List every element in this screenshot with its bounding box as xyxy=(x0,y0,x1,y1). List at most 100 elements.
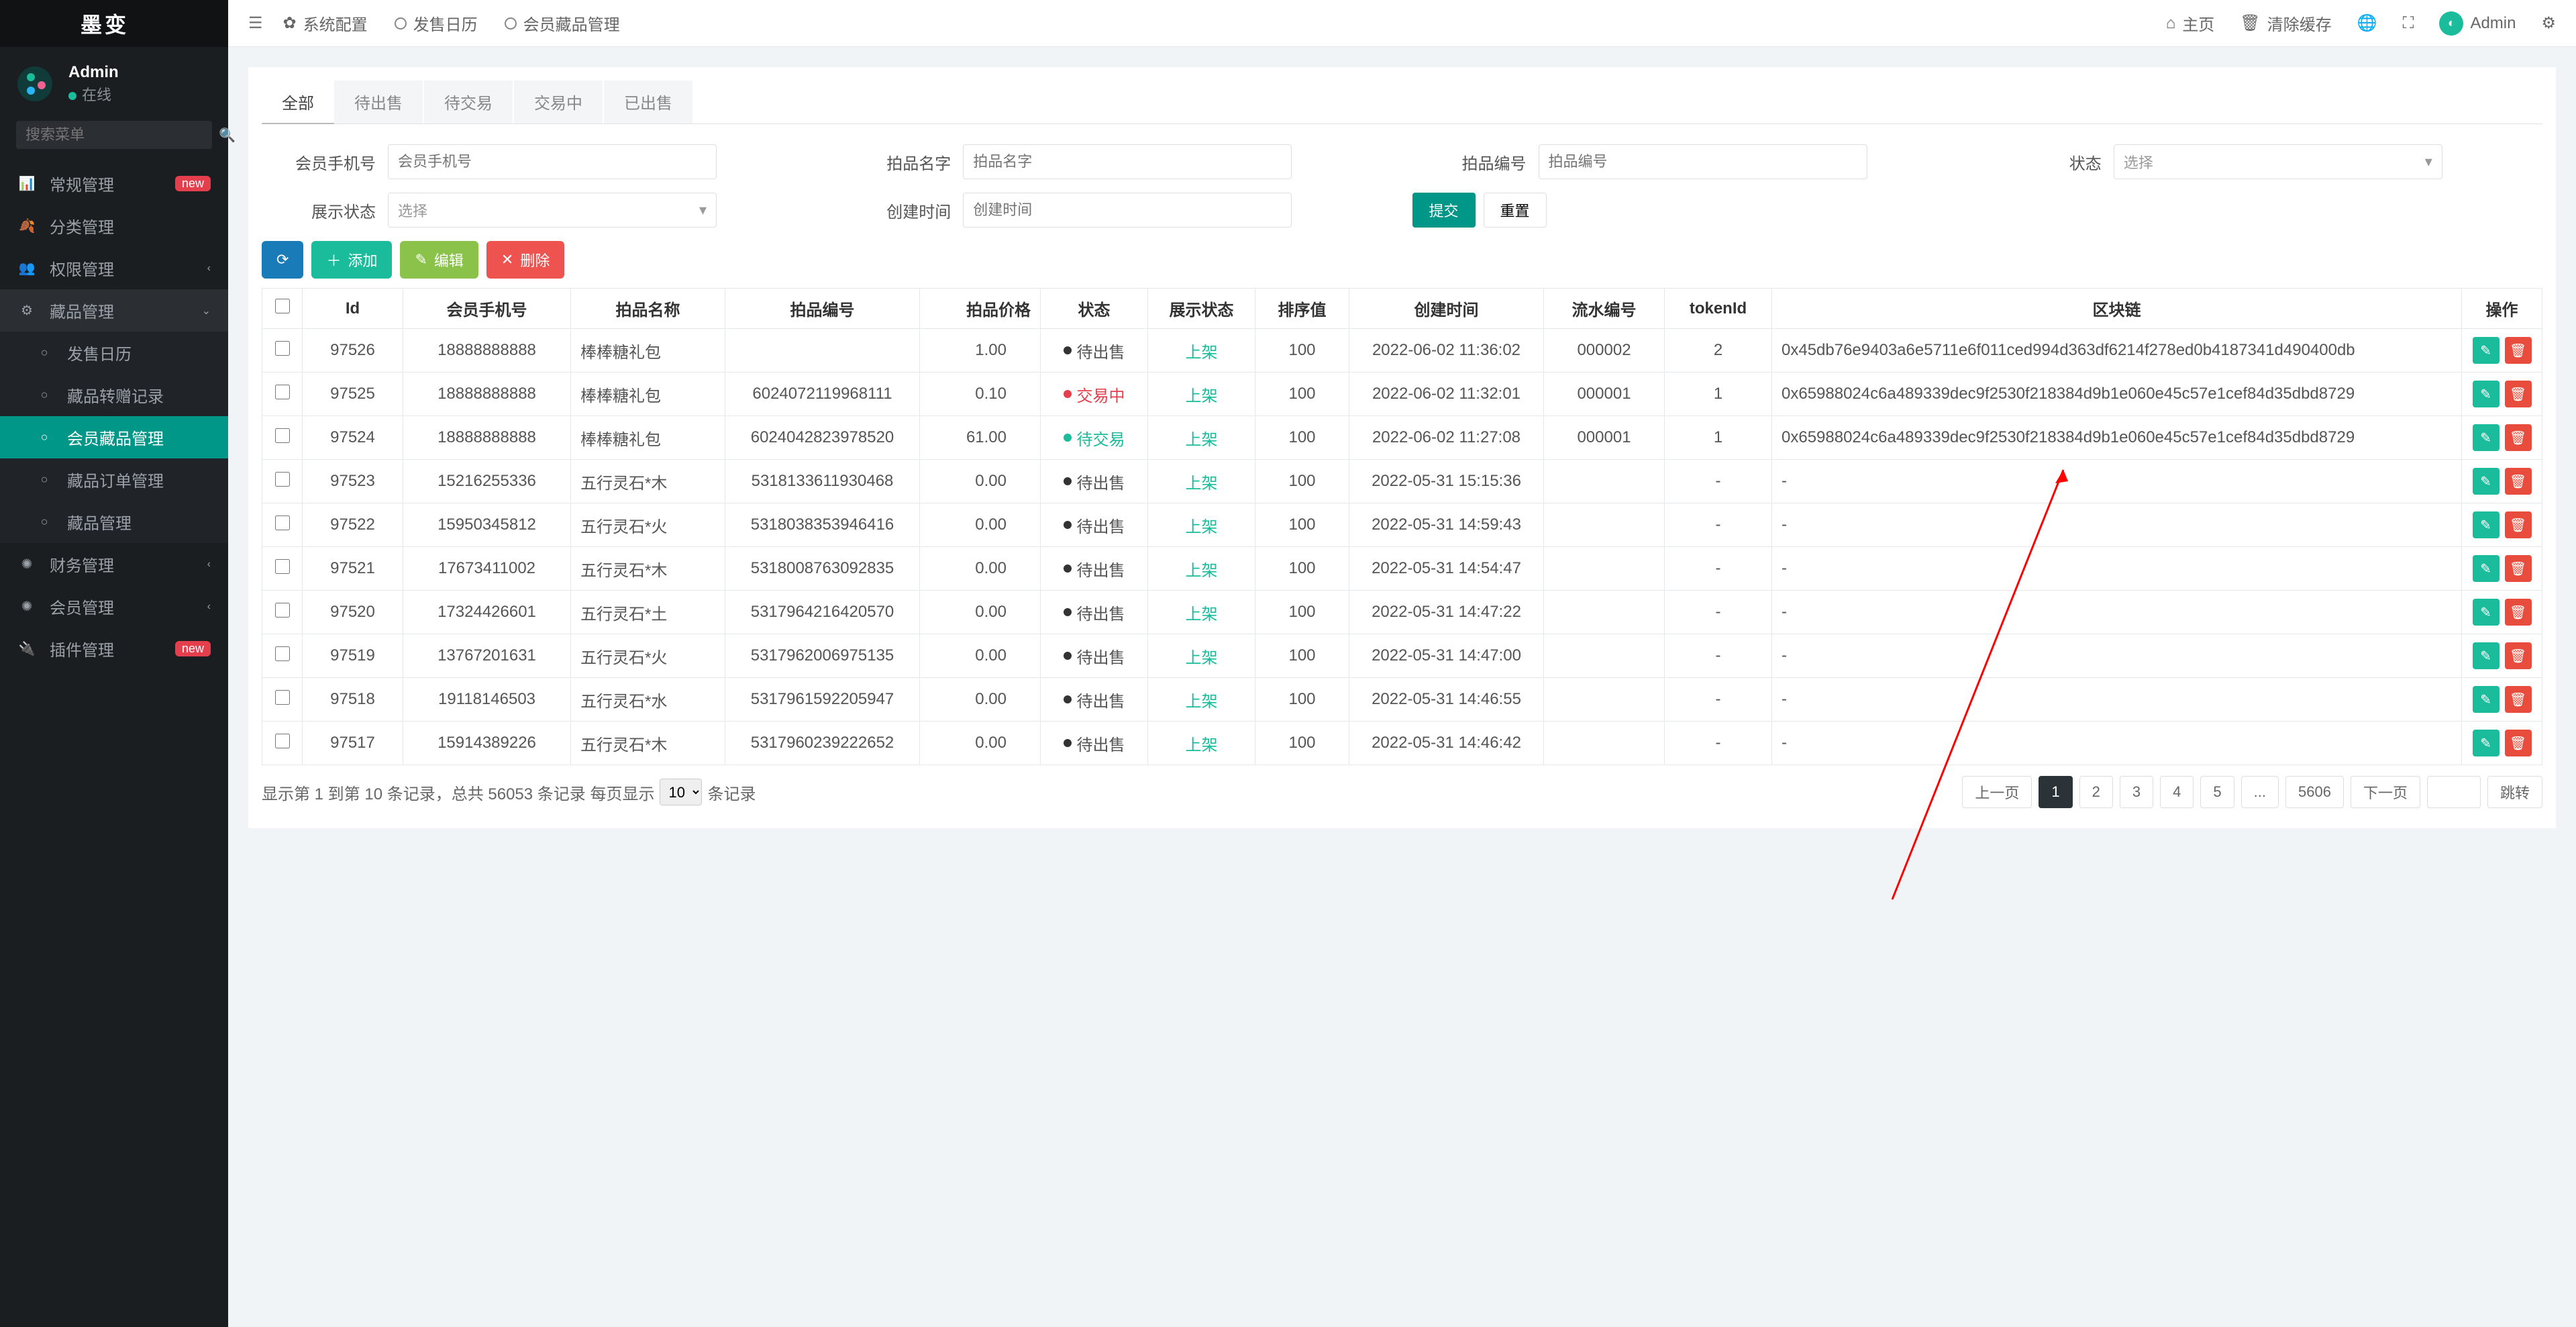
row-delete-button[interactable]: 🗑 xyxy=(2505,599,2532,626)
th-price[interactable]: 拍品价格 xyxy=(920,289,1041,329)
row-delete-button[interactable]: 🗑 xyxy=(2505,642,2532,669)
row-edit-button[interactable]: ✎ xyxy=(2473,555,2500,582)
filter-show-select[interactable]: 选择▾ xyxy=(388,193,717,228)
page-num[interactable]: ... xyxy=(2241,776,2279,808)
row-checkbox[interactable] xyxy=(275,690,290,705)
fullscreen-icon[interactable]: ⛶ xyxy=(2403,14,2414,33)
row-checkbox[interactable] xyxy=(275,428,290,443)
tab[interactable]: 待交易 xyxy=(424,81,513,124)
tab[interactable]: 已出售 xyxy=(604,81,692,124)
sidebar-item[interactable]: 🔌插件管理new xyxy=(0,628,228,670)
page-jump-button[interactable]: 跳转 xyxy=(2487,776,2542,808)
breadcrumb-item[interactable]: 会员藏品管理 xyxy=(505,11,620,35)
row-edit-button[interactable]: ✎ xyxy=(2473,686,2500,713)
row-checkbox[interactable] xyxy=(275,559,290,574)
sidebar-item[interactable]: 🍂分类管理 xyxy=(0,205,228,247)
row-checkbox[interactable] xyxy=(275,385,290,399)
th-id[interactable]: Id xyxy=(303,289,403,329)
th-status[interactable]: 状态 xyxy=(1041,289,1148,329)
row-checkbox[interactable] xyxy=(275,646,290,661)
lang-icon[interactable]: 🌐 xyxy=(2357,13,2377,33)
sidebar-subitem[interactable]: ○藏品转赠记录 xyxy=(0,374,228,416)
page-jump-input[interactable] xyxy=(2427,776,2481,808)
sidebar-subitem[interactable]: ○会员藏品管理 xyxy=(0,416,228,458)
th-chain[interactable]: 区块链 xyxy=(1772,289,2462,329)
th-ctime[interactable]: 创建时间 xyxy=(1349,289,1544,329)
filter-status-select[interactable]: 选择▾ xyxy=(2114,144,2442,179)
cell-status: 交易中 xyxy=(1041,373,1148,416)
submit-button[interactable]: 提交 xyxy=(1412,193,1476,228)
row-checkbox[interactable] xyxy=(275,603,290,618)
refresh-button[interactable]: ⟳ xyxy=(262,241,303,279)
settings-icon[interactable]: ⚙ xyxy=(2541,13,2556,33)
sidebar-subitem[interactable]: ○藏品订单管理 xyxy=(0,458,228,501)
row-delete-button[interactable]: 🗑 xyxy=(2505,730,2532,756)
sidebar-search-input[interactable] xyxy=(25,126,219,144)
add-button[interactable]: ＋添加 xyxy=(311,241,392,279)
home-link[interactable]: ⌂主页 xyxy=(2166,11,2215,35)
cell-pno: 5318038353946416 xyxy=(725,503,920,547)
row-edit-button[interactable]: ✎ xyxy=(2473,337,2500,364)
sidebar-subitem[interactable]: ○发售日历 xyxy=(0,332,228,374)
th-token[interactable]: tokenId xyxy=(1665,289,1772,329)
page-num[interactable]: 2 xyxy=(2079,776,2113,808)
filter-phone-input[interactable] xyxy=(388,144,717,179)
th-serial[interactable]: 流水编号 xyxy=(1544,289,1665,329)
brand-title: 墨变 xyxy=(0,0,228,47)
row-delete-button[interactable]: 🗑 xyxy=(2505,511,2532,538)
row-checkbox[interactable] xyxy=(275,734,290,748)
filter-pno-input[interactable] xyxy=(1539,144,1867,179)
page-num[interactable]: 5 xyxy=(2200,776,2234,808)
page-num[interactable]: 1 xyxy=(2039,776,2072,808)
th-pno[interactable]: 拍品编号 xyxy=(725,289,920,329)
row-edit-button[interactable]: ✎ xyxy=(2473,381,2500,407)
tab[interactable]: 全部 xyxy=(262,81,334,124)
tab[interactable]: 交易中 xyxy=(514,81,603,124)
edit-button[interactable]: ✎编辑 xyxy=(400,241,478,279)
sidebar-item[interactable]: ⚙藏品管理⌄ xyxy=(0,289,228,332)
breadcrumb-item[interactable]: ✿系统配置 xyxy=(283,11,368,35)
sidebar-subitem[interactable]: ○藏品管理 xyxy=(0,501,228,543)
page-num[interactable]: 5606 xyxy=(2285,776,2344,808)
row-delete-button[interactable]: 🗑 xyxy=(2505,424,2532,451)
row-edit-button[interactable]: ✎ xyxy=(2473,424,2500,451)
filter-ctime-input[interactable] xyxy=(963,193,1292,228)
row-edit-button[interactable]: ✎ xyxy=(2473,468,2500,495)
tab[interactable]: 待出售 xyxy=(334,81,423,124)
clear-cache-button[interactable]: 🗑清除缓存 xyxy=(2240,11,2331,35)
page-num[interactable]: 4 xyxy=(2160,776,2194,808)
filter-pname-input[interactable] xyxy=(963,144,1292,179)
sidebar-item[interactable]: ✺会员管理‹ xyxy=(0,585,228,628)
page-num[interactable]: 3 xyxy=(2120,776,2153,808)
row-delete-button[interactable]: 🗑 xyxy=(2505,337,2532,364)
row-delete-button[interactable]: 🗑 xyxy=(2505,381,2532,407)
sidebar-item[interactable]: 📊常规管理new xyxy=(0,162,228,205)
row-edit-button[interactable]: ✎ xyxy=(2473,642,2500,669)
sidebar-search[interactable]: 🔍 xyxy=(16,121,212,149)
row-checkbox[interactable] xyxy=(275,472,290,487)
select-all-checkbox[interactable] xyxy=(275,299,290,313)
th-show[interactable]: 展示状态 xyxy=(1148,289,1255,329)
user-menu[interactable]: ◐Admin xyxy=(2439,11,2516,36)
reset-button[interactable]: 重置 xyxy=(1484,193,1547,228)
th-phone[interactable]: 会员手机号 xyxy=(403,289,571,329)
row-delete-button[interactable]: 🗑 xyxy=(2505,468,2532,495)
sidebar-item[interactable]: 👥权限管理‹ xyxy=(0,247,228,289)
row-checkbox[interactable] xyxy=(275,515,290,530)
delete-button[interactable]: ✕删除 xyxy=(486,241,564,279)
hamburger-icon[interactable]: ☰ xyxy=(228,13,283,33)
chevron-left-icon: ‹ xyxy=(207,262,211,275)
breadcrumb-item[interactable]: 发售日历 xyxy=(395,11,478,35)
page-prev[interactable]: 上一页 xyxy=(1962,776,2032,808)
row-edit-button[interactable]: ✎ xyxy=(2473,511,2500,538)
row-delete-button[interactable]: 🗑 xyxy=(2505,686,2532,713)
row-checkbox[interactable] xyxy=(275,341,290,356)
th-pname[interactable]: 拍品名称 xyxy=(571,289,725,329)
row-edit-button[interactable]: ✎ xyxy=(2473,599,2500,626)
row-edit-button[interactable]: ✎ xyxy=(2473,730,2500,756)
row-delete-button[interactable]: 🗑 xyxy=(2505,555,2532,582)
th-sort[interactable]: 排序值 xyxy=(1255,289,1349,329)
sidebar-item[interactable]: ✺财务管理‹ xyxy=(0,543,228,585)
page-next[interactable]: 下一页 xyxy=(2351,776,2420,808)
per-page-select[interactable]: 10 xyxy=(660,779,702,805)
